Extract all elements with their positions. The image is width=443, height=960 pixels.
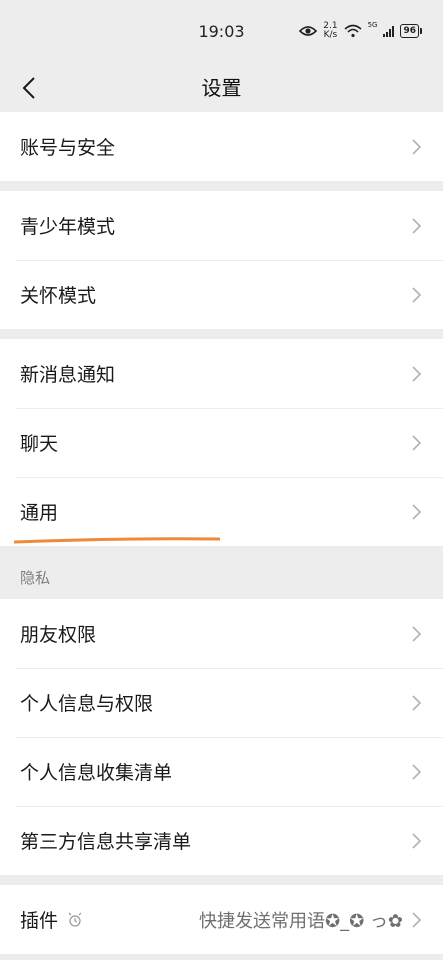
- network-type: 5G: [367, 21, 378, 29]
- item-label: 青少年模式: [20, 216, 116, 238]
- eye-icon: [299, 26, 318, 36]
- settings-item-friend-permissions[interactable]: 朋友权限: [0, 599, 443, 668]
- settings-group-general: 新消息通知 聊天 通用: [0, 339, 443, 546]
- settings-item-notifications[interactable]: 新消息通知: [0, 339, 443, 408]
- item-label: 账号与安全: [20, 137, 116, 159]
- chevron-right-icon: [412, 764, 421, 780]
- plugin-value: 快捷发送常用语✪_✪ っ✿: [199, 910, 403, 932]
- settings-item-youth-mode[interactable]: 青少年模式: [0, 191, 443, 260]
- chevron-right-icon: [412, 139, 421, 155]
- network-speed: 2.1 K/s: [323, 22, 337, 40]
- item-label: 通用: [20, 502, 59, 524]
- section-title-privacy: 隐私: [20, 569, 51, 587]
- chevron-right-icon: [412, 218, 421, 234]
- chevron-right-icon: [412, 626, 421, 642]
- battery-icon: 96: [400, 24, 422, 38]
- settings-item-account-security[interactable]: 账号与安全: [0, 112, 443, 181]
- settings-item-personal-info-permissions[interactable]: 个人信息与权限: [0, 668, 443, 737]
- chevron-right-icon: [412, 366, 421, 382]
- item-label: 朋友权限: [20, 624, 97, 646]
- chevron-right-icon: [412, 695, 421, 711]
- speed-unit: K/s: [323, 30, 338, 40]
- chevron-right-icon: [412, 912, 421, 928]
- back-arrow-icon: [22, 77, 35, 99]
- settings-item-chat[interactable]: 聊天: [0, 408, 443, 477]
- item-label: 第三方信息共享清单: [20, 831, 192, 853]
- item-label: 新消息通知: [20, 364, 116, 386]
- wifi-icon: [344, 24, 362, 38]
- settings-group-privacy: 朋友权限 个人信息与权限 个人信息收集清单 第三方信息共享清单: [0, 599, 443, 875]
- chevron-right-icon: [412, 833, 421, 849]
- item-label: 聊天: [20, 433, 59, 455]
- item-label: 个人信息收集清单: [20, 762, 173, 784]
- signal-icon: [383, 25, 395, 37]
- settings-group-modes: 青少年模式 关怀模式: [0, 191, 443, 329]
- item-label: 关怀模式: [20, 285, 97, 307]
- item-label: 个人信息与权限: [20, 693, 154, 715]
- plugin-status-icon: [68, 912, 82, 928]
- item-label: 插件: [20, 910, 59, 932]
- nav-bar: 设置: [0, 64, 443, 112]
- page-title: 设置: [201, 76, 242, 100]
- settings-group-account: 账号与安全: [0, 112, 443, 181]
- settings-item-info-collection-list[interactable]: 个人信息收集清单: [0, 737, 443, 806]
- settings-item-plugins[interactable]: 插件 快捷发送常用语✪_✪ っ✿: [0, 885, 443, 954]
- settings-group-plugins: 插件 快捷发送常用语✪_✪ っ✿: [0, 885, 443, 954]
- chevron-right-icon: [412, 504, 421, 520]
- settings-item-third-party-sharing-list[interactable]: 第三方信息共享清单: [0, 806, 443, 875]
- status-bar: 19:03 2.1 K/s 5G 96: [0, 0, 443, 64]
- settings-item-care-mode[interactable]: 关怀模式: [0, 260, 443, 329]
- chevron-right-icon: [412, 287, 421, 303]
- chevron-right-icon: [412, 435, 421, 451]
- back-button[interactable]: [14, 70, 44, 106]
- highlight-underline: [14, 537, 220, 544]
- status-icons: 2.1 K/s 5G 96: [299, 21, 422, 40]
